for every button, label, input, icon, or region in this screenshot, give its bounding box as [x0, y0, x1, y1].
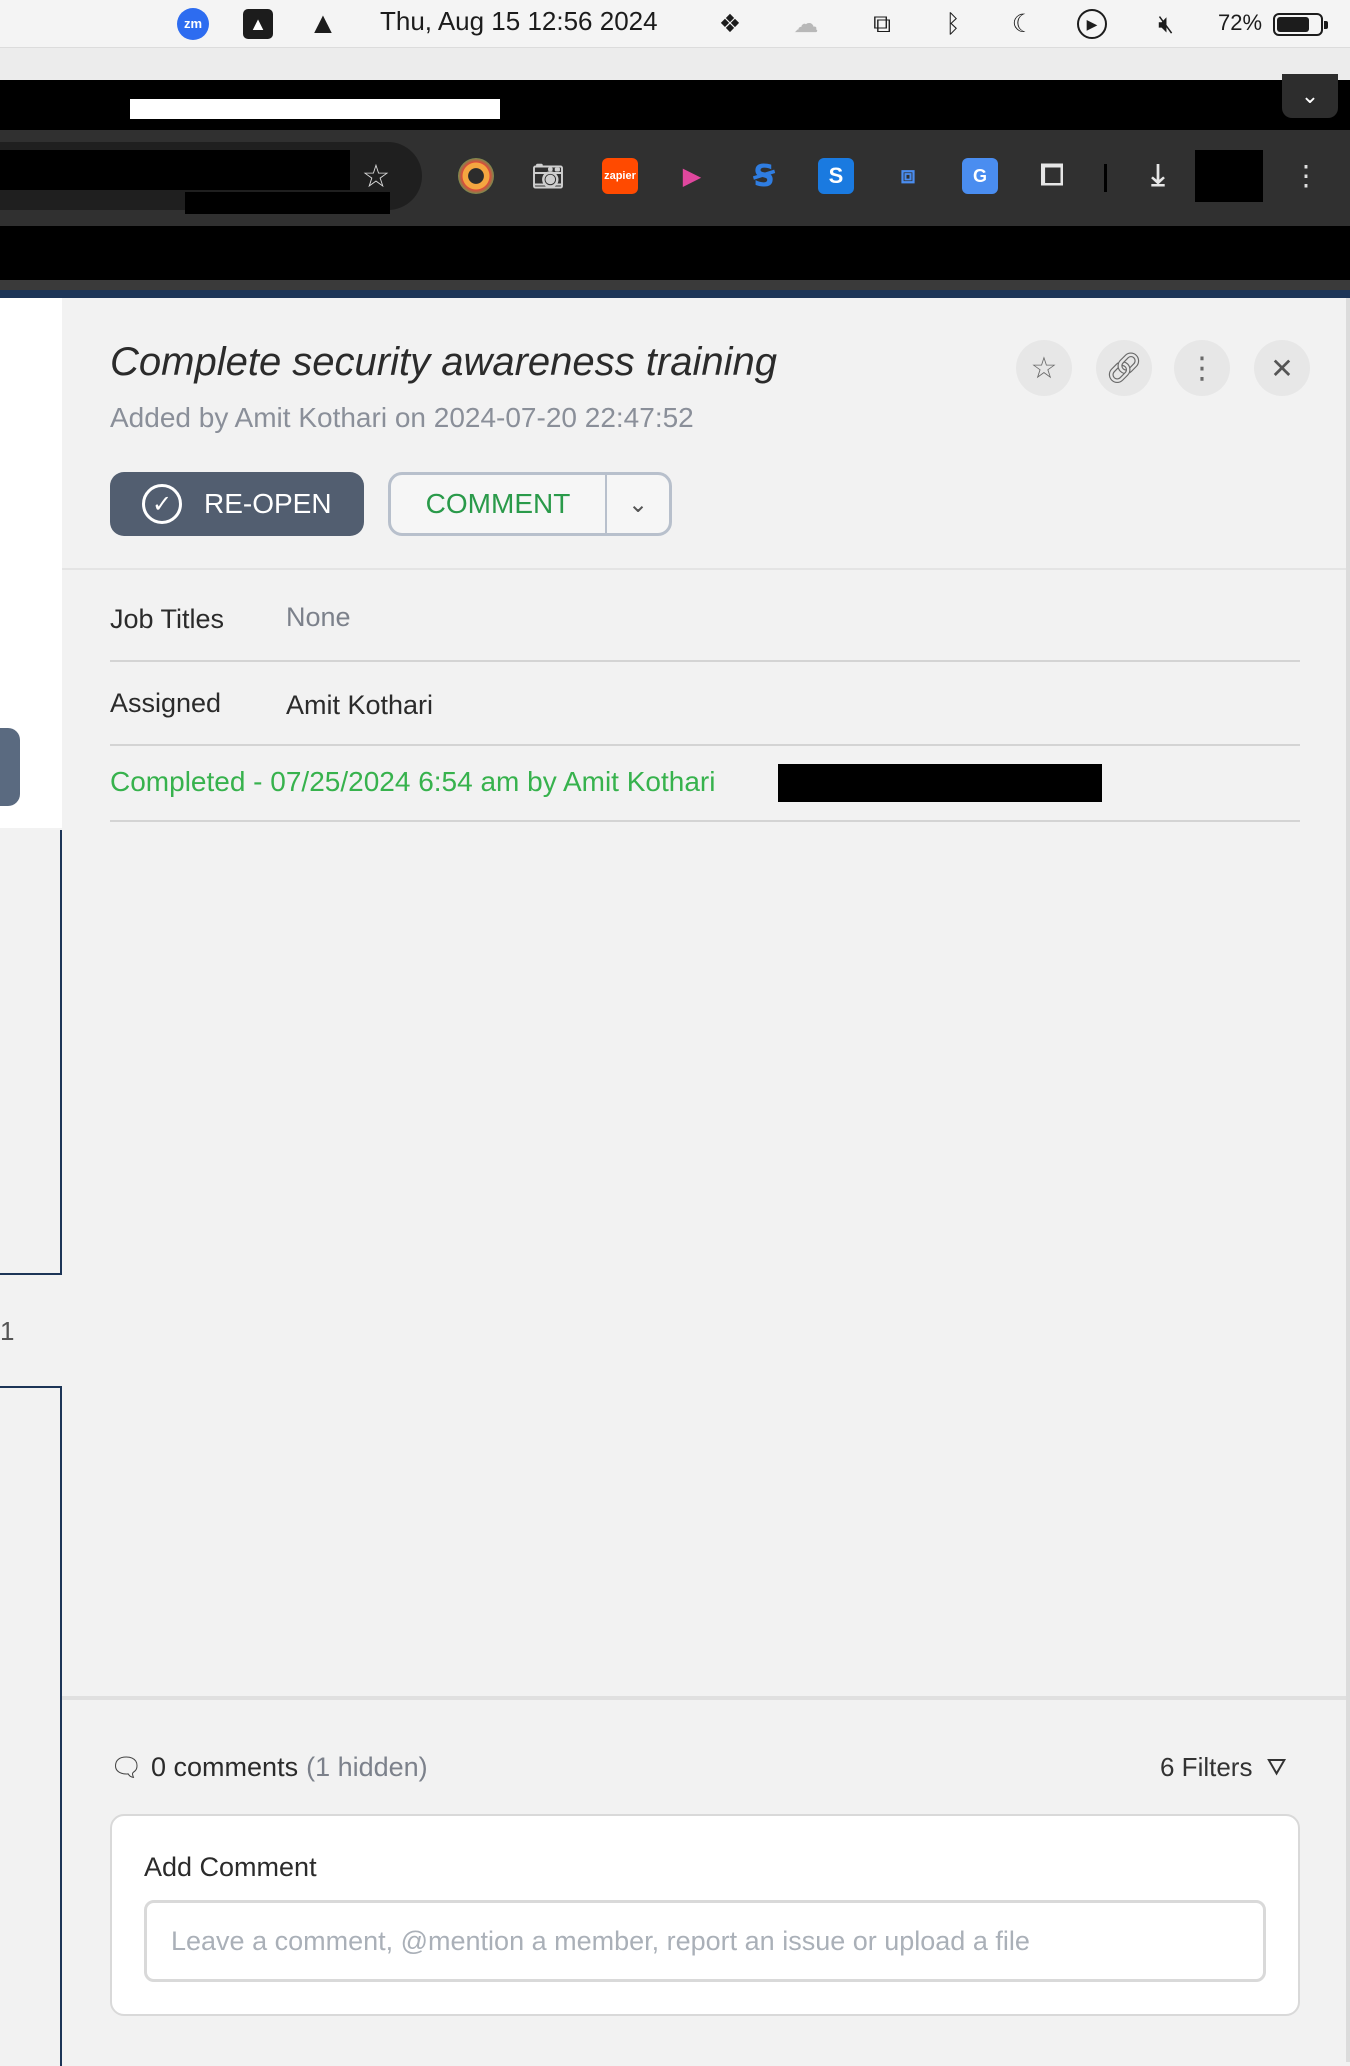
window-strip	[0, 48, 1350, 80]
copy-link-icon[interactable]: 🔗︎	[1096, 340, 1152, 396]
translate-box-extension-icon[interactable]: ⧈	[890, 158, 926, 194]
background-box-lower	[0, 1386, 62, 2066]
bluetooth-icon[interactable]: ᛒ	[938, 8, 968, 40]
puzzle-extensions-icon[interactable]: ⧠	[1034, 158, 1070, 194]
task-title: Complete security awareness training	[110, 340, 777, 384]
completed-status: Completed - 07/25/2024 6:54 am by Amit K…	[110, 766, 716, 797]
hidden-comments-text[interactable]: (1 hidden)	[306, 1752, 428, 1783]
zoom-icon[interactable]: zm	[176, 8, 210, 40]
vlc-icon[interactable]: ▲	[306, 7, 340, 40]
comment-button[interactable]: COMMENT	[391, 475, 607, 533]
job-titles-label: Job Titles	[110, 604, 225, 634]
comment-input[interactable]	[144, 1900, 1266, 1982]
comments-count[interactable]: 🗨︎ 0 comments (1 hidden)	[110, 1752, 428, 1783]
row-divider	[110, 820, 1300, 822]
header-divider	[62, 568, 1350, 570]
camera-extension-icon[interactable]: 📷︎	[530, 158, 566, 194]
row-divider	[110, 660, 1300, 662]
redacted-completion-detail	[778, 764, 1102, 802]
bookmarks-bar	[0, 226, 1350, 280]
zapier-extension-icon[interactable]: zapier	[602, 158, 638, 194]
check-circle-icon: ✓	[142, 484, 182, 524]
play-icon[interactable]: ▶	[1074, 8, 1110, 40]
dropbox-icon[interactable]: ❖	[710, 8, 750, 40]
chevron-down-icon[interactable]: ⌄	[607, 475, 669, 533]
background-number: 1	[0, 1316, 15, 1346]
browser-menu-icon[interactable]: ⋮	[1292, 158, 1320, 194]
task-detail-panel: Complete security awareness training Add…	[62, 298, 1350, 2062]
clock[interactable]: Thu, Aug 15 12:56 2024	[380, 6, 658, 37]
redacted-url-secondary	[185, 192, 390, 214]
eye-extension-icon[interactable]	[458, 158, 494, 194]
row-divider	[110, 744, 1300, 746]
comments-divider	[62, 1696, 1350, 1700]
cloud-icon[interactable]: ☁	[780, 8, 832, 40]
mute-icon[interactable]: 🔇︎	[1148, 8, 1184, 40]
drive-icon[interactable]: ▲	[241, 8, 275, 40]
sync-extension-icon[interactable]: Ꞩ	[746, 158, 782, 194]
toolbar-divider	[1104, 164, 1107, 192]
battery-icon[interactable]	[1273, 13, 1328, 36]
background-page: 1	[0, 298, 62, 2066]
page-top-border	[0, 280, 1350, 290]
battery-percent[interactable]: 72%	[1218, 10, 1262, 36]
redacted-tab-title[interactable]	[130, 99, 500, 119]
more-options-icon[interactable]: ⋮	[1174, 340, 1230, 396]
bookmark-star-icon[interactable]: ☆	[358, 158, 394, 194]
background-button[interactable]	[0, 728, 20, 806]
s-extension-icon[interactable]: S	[818, 158, 854, 194]
background-box	[0, 830, 62, 1275]
add-comment-heading: Add Comment	[144, 1852, 317, 1882]
reopen-button[interactable]: ✓ RE-OPEN	[110, 472, 364, 536]
google-translate-extension-icon[interactable]: G	[962, 158, 998, 194]
filters-label: 6 Filters	[1160, 1752, 1253, 1782]
add-comment-card: Add Comment	[110, 1814, 1300, 2016]
moon-icon[interactable]: ☾	[1006, 8, 1040, 40]
comment-split-button[interactable]: COMMENT ⌄	[388, 472, 672, 536]
assigned-value[interactable]: Amit Kothari	[286, 690, 433, 721]
filters-button[interactable]: 6 Filters ⛛	[1160, 1752, 1287, 1783]
macos-menu-bar: zm ▲ ▲ Thu, Aug 15 12:56 2024 ❖ ☁ ⧉ ᛒ ☾ …	[0, 0, 1350, 48]
screens-icon[interactable]: ⧉	[864, 8, 900, 40]
redacted-profile-avatar[interactable]	[1195, 150, 1263, 202]
page-header-edge	[0, 290, 1350, 298]
download-icon[interactable]: ⤓	[1140, 158, 1176, 194]
video-extension-icon[interactable]: ▶	[674, 158, 710, 194]
task-meta: Added by Amit Kothari on 2024-07-20 22:4…	[110, 402, 694, 433]
redacted-url	[0, 150, 350, 190]
scrollbar-track[interactable]	[1346, 298, 1350, 2062]
comment-bubble-icon: 🗨︎	[110, 1752, 144, 1782]
assigned-label: Assigned	[110, 688, 222, 718]
job-titles-value[interactable]: None	[286, 602, 351, 633]
filter-funnel-icon: ⛛	[1266, 1753, 1287, 1781]
close-icon[interactable]: ✕	[1254, 340, 1310, 396]
reopen-label: RE-OPEN	[204, 488, 332, 519]
comments-count-text: 0 comments	[151, 1752, 299, 1782]
favorite-star-icon[interactable]: ☆	[1016, 340, 1072, 396]
tab-search-chevron-icon[interactable]: ⌄	[1282, 74, 1338, 118]
